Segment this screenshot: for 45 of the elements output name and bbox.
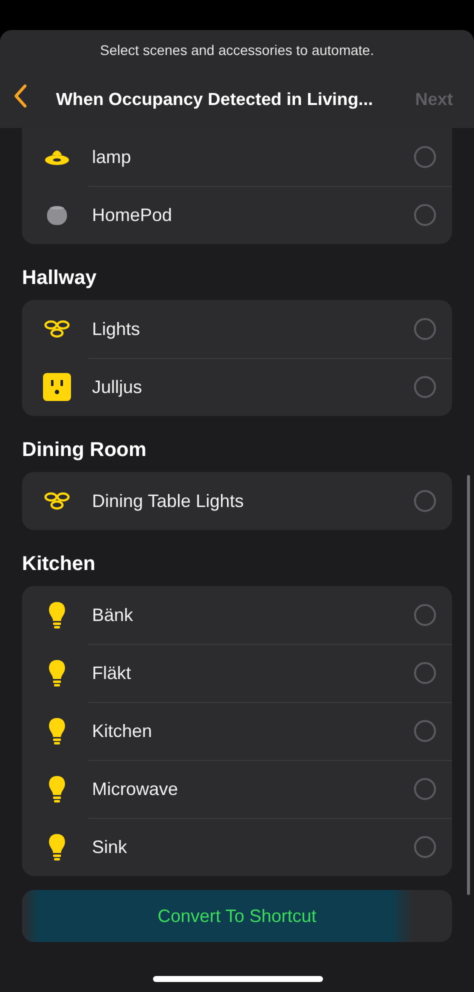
accessory-name: Sink bbox=[92, 836, 128, 858]
radio-button[interactable] bbox=[414, 204, 436, 226]
accessory-name: Kitchen bbox=[92, 720, 154, 742]
bulb-icon bbox=[48, 659, 66, 687]
radio-button[interactable] bbox=[414, 146, 436, 168]
accessory-row[interactable]: Fläkt bbox=[22, 644, 452, 702]
radio-button[interactable] bbox=[414, 720, 436, 742]
convert-button[interactable]: Convert To Shortcut bbox=[22, 890, 452, 942]
page-title: When Occupancy Detected in Living... bbox=[56, 88, 373, 111]
accessory-row[interactable]: Julljus bbox=[22, 358, 452, 416]
accessory-name: Julljus bbox=[92, 376, 144, 399]
speaker-icon bbox=[46, 204, 68, 226]
bulb-icon bbox=[48, 775, 66, 803]
accessory-row[interactable]: Sink bbox=[22, 818, 452, 876]
accessory-row[interactable]: Bänk bbox=[22, 586, 452, 644]
radio-button[interactable] bbox=[414, 662, 436, 684]
accessory-name: Dining Table Lights bbox=[92, 490, 245, 513]
accessory-row[interactable]: Microwave bbox=[22, 760, 452, 818]
bulb-icon bbox=[48, 601, 66, 629]
accessory-name: Bänk bbox=[92, 604, 134, 626]
radio-button[interactable] bbox=[414, 836, 436, 858]
accessory-row[interactable]: Dining Table Lights bbox=[22, 472, 452, 530]
subtitle-text: Select scenes and accessories to automate. bbox=[99, 41, 375, 60]
ceiling-lights-icon bbox=[43, 319, 71, 339]
radio-button[interactable] bbox=[414, 376, 436, 398]
section-heading: Kitchen bbox=[22, 552, 96, 576]
outlet-icon bbox=[43, 373, 71, 401]
accessory-row[interactable]: Kitchen bbox=[22, 702, 452, 760]
bulb-icon bbox=[48, 717, 66, 745]
accessory-name: lamp bbox=[92, 146, 132, 169]
accessory-name: HomePod bbox=[92, 204, 174, 226]
ceiling-lights-icon bbox=[43, 491, 71, 511]
accessory-name: Fläkt bbox=[92, 662, 132, 684]
radio-button[interactable] bbox=[414, 604, 436, 626]
accessory-name: Microwave bbox=[92, 778, 180, 800]
accessory-row[interactable]: HomePod bbox=[22, 186, 452, 244]
section-heading: Hallway bbox=[22, 266, 98, 290]
section-heading: Dining Room bbox=[22, 438, 148, 462]
accessory-name: Lights bbox=[92, 318, 142, 341]
radio-button[interactable] bbox=[414, 318, 436, 340]
radio-button[interactable] bbox=[414, 778, 436, 800]
bulb-icon bbox=[48, 833, 66, 861]
accessory-row[interactable]: lamp bbox=[22, 128, 452, 186]
accessory-row[interactable]: Lights bbox=[22, 300, 452, 358]
radio-button[interactable] bbox=[414, 490, 436, 512]
